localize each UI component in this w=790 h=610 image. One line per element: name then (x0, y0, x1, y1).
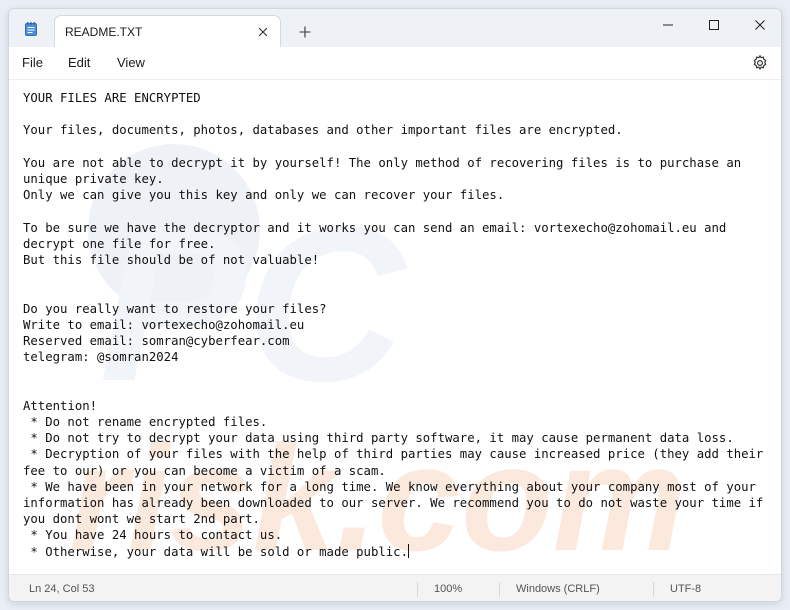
close-window-button[interactable] (737, 9, 781, 41)
title-bar[interactable]: README.TXT (9, 9, 781, 47)
minimize-icon (663, 24, 673, 26)
encoding[interactable]: UTF-8 (670, 583, 701, 595)
cursor-position[interactable]: Ln 24, Col 53 (29, 583, 94, 595)
notepad-window: README.TXT File Edit View PC risk.com YO… (8, 8, 782, 602)
menu-file[interactable]: File (22, 55, 43, 70)
status-divider (499, 582, 500, 597)
maximize-button[interactable] (691, 9, 737, 41)
text-editor[interactable]: PC risk.com YOUR FILES ARE ENCRYPTED You… (9, 80, 781, 574)
plus-icon (299, 26, 311, 38)
line-endings[interactable]: Windows (CRLF) (516, 583, 600, 595)
text-caret (407, 543, 409, 558)
note-body: YOUR FILES ARE ENCRYPTED Your files, doc… (23, 91, 764, 559)
menu-bar: File Edit View (9, 47, 781, 79)
menu-edit[interactable]: Edit (68, 55, 90, 70)
close-icon (755, 20, 765, 30)
status-divider (653, 582, 654, 597)
zoom-level[interactable]: 100% (434, 583, 462, 595)
gear-icon[interactable] (751, 54, 769, 72)
status-bar: Ln 24, Col 53 100% Windows (CRLF) UTF-8 (9, 574, 781, 601)
tab-readme[interactable]: README.TXT (54, 15, 281, 47)
tab-close-button[interactable] (252, 21, 274, 43)
notepad-icon (25, 22, 37, 36)
tab-title: README.TXT (65, 25, 143, 39)
minimize-button[interactable] (645, 9, 691, 41)
maximize-icon (709, 20, 719, 30)
new-tab-button[interactable] (293, 21, 317, 43)
close-icon (258, 27, 268, 37)
status-divider (417, 582, 418, 597)
menu-view[interactable]: View (117, 55, 145, 70)
ransom-note-text: YOUR FILES ARE ENCRYPTED Your files, doc… (23, 90, 779, 560)
